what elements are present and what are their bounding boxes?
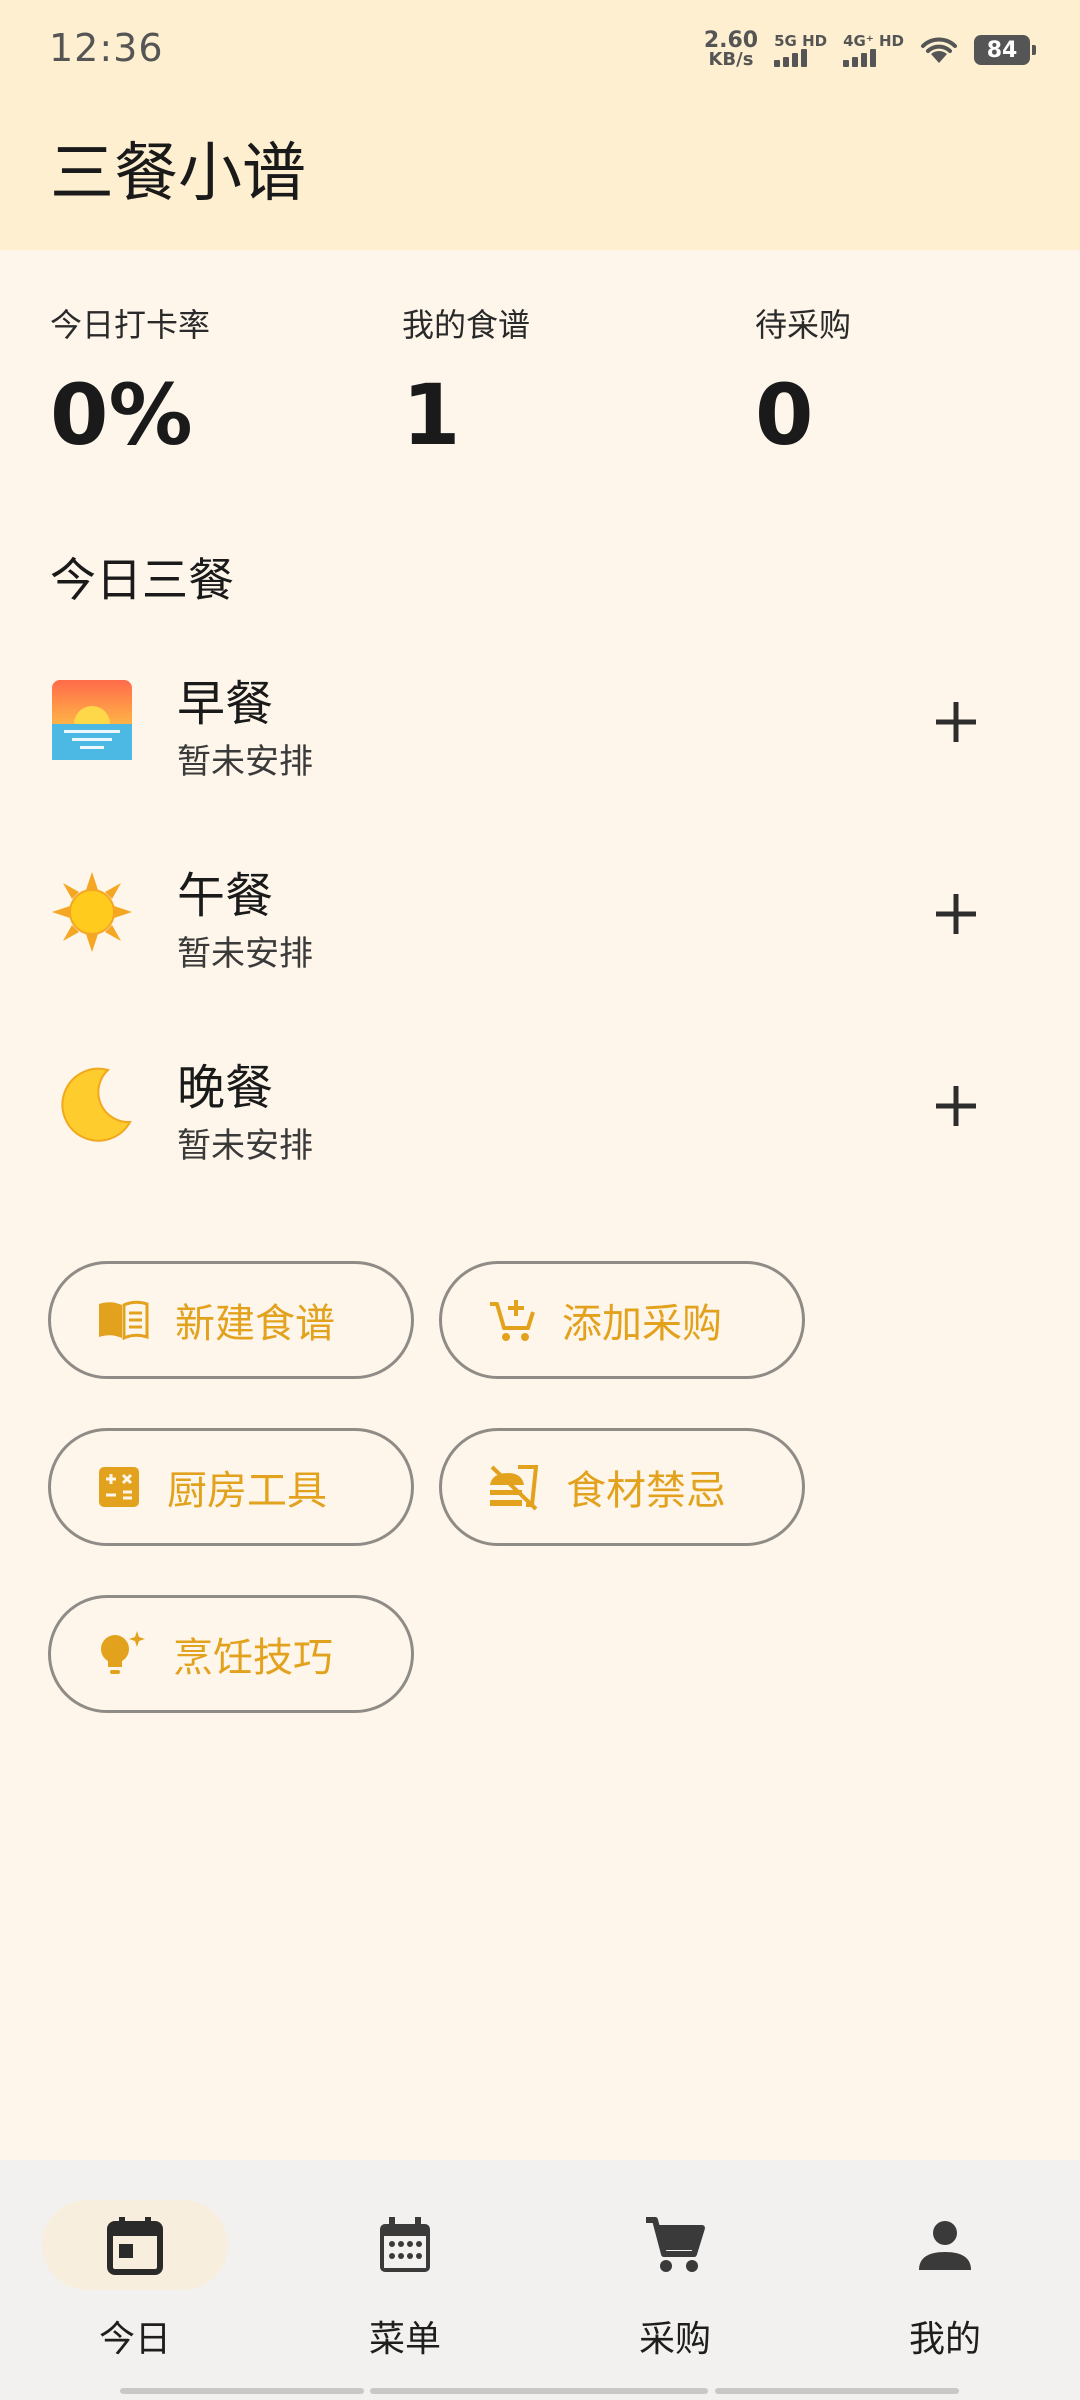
add-shopping-button[interactable]: 添加采购 <box>439 1261 805 1379</box>
stat-label: 今日打卡率 <box>50 306 211 344</box>
moon-icon <box>61 1067 132 1142</box>
chip-label: 烹饪技巧 <box>173 1635 333 1681</box>
bottom-nav: 今日 菜单 采购 我的 <box>0 2160 1080 2400</box>
chip-label: 新建食谱 <box>175 1301 335 1347</box>
nav-item-today[interactable]: 今日 <box>0 2160 270 2400</box>
nav-item-profile[interactable]: 我的 <box>810 2160 1080 2400</box>
meal-status: 暂未安排 <box>177 1126 313 1166</box>
nav-label: 我的 <box>908 2319 981 2360</box>
stat-to-buy[interactable]: 待采购 0 <box>755 300 851 464</box>
stat-value: 0 <box>755 366 814 464</box>
gesture-bar <box>120 2388 364 2394</box>
sun-icon <box>52 872 132 952</box>
today-calendar-icon <box>107 2217 163 2275</box>
signal-bars-icon <box>843 49 877 67</box>
plus-icon <box>936 894 976 934</box>
sim1-tag: 5G HD <box>774 32 828 50</box>
stats-row: 今日打卡率 0% 我的食谱 1 待采购 0 <box>50 300 1050 470</box>
wifi-icon <box>921 37 957 63</box>
sunrise-icon <box>52 680 132 760</box>
network-speed-unit: KB/s <box>708 49 754 70</box>
chip-label: 厨房工具 <box>167 1468 327 1514</box>
signal-sim2: 4G⁺ HD <box>843 33 904 67</box>
sim2-tag: 4G⁺ HD <box>843 32 904 50</box>
meal-status: 暂未安排 <box>177 742 313 782</box>
signal-bars-icon <box>774 49 808 67</box>
new-recipe-button[interactable]: 新建食谱 <box>48 1261 414 1379</box>
person-icon <box>919 2221 971 2270</box>
status-time: 12:36 <box>49 26 164 70</box>
meal-status: 暂未安排 <box>177 934 313 974</box>
add-dinner-button[interactable] <box>926 1076 986 1136</box>
meal-row-breakfast[interactable]: 早餐 暂未安排 <box>50 664 1010 794</box>
stat-my-recipes[interactable]: 我的食谱 1 <box>402 300 530 464</box>
add-cart-icon <box>490 1300 535 1341</box>
add-lunch-button[interactable] <box>926 884 986 944</box>
network-speed-value: 2.60 <box>703 28 759 53</box>
chip-label: 食材禁忌 <box>566 1468 726 1514</box>
signal-sim1: 5G HD <box>774 33 827 67</box>
add-breakfast-button[interactable] <box>926 692 986 752</box>
cart-icon <box>646 2217 705 2272</box>
cooking-tips-button[interactable]: 烹饪技巧 <box>48 1595 414 1713</box>
nav-label: 采购 <box>638 2319 711 2360</box>
stat-value: 1 <box>402 366 461 464</box>
plus-icon <box>936 702 976 742</box>
stat-label: 待采购 <box>755 306 852 344</box>
food-taboo-button[interactable]: 食材禁忌 <box>439 1428 805 1546</box>
calendar-grid-icon <box>380 2217 430 2272</box>
gesture-bar <box>370 2388 708 2394</box>
meal-row-dinner[interactable]: 晚餐 暂未安排 <box>50 1048 1010 1178</box>
meal-name: 午餐 <box>177 868 274 924</box>
kitchen-tools-button[interactable]: 厨房工具 <box>48 1428 414 1546</box>
page-title: 三餐小谱 <box>50 137 306 211</box>
stat-label: 我的食谱 <box>402 306 531 344</box>
chip-label: 添加采购 <box>562 1301 722 1347</box>
recipe-book-icon <box>99 1300 149 1340</box>
meal-row-lunch[interactable]: 午餐 暂未安排 <box>50 856 1010 986</box>
calculator-icon <box>99 1467 139 1507</box>
network-speed: 2.60 KB/s <box>703 28 759 70</box>
status-indicators: 2.60 KB/s 5G HD 4G⁺ HD 84 <box>703 28 1036 72</box>
nav-item-shopping[interactable]: 采购 <box>540 2160 810 2400</box>
nav-label: 今日 <box>98 2319 171 2360</box>
app-header: 12:36 2.60 KB/s 5G HD 4G⁺ HD 84 三餐小谱 <box>0 0 1080 250</box>
nav-item-menu[interactable]: 菜单 <box>270 2160 540 2400</box>
nav-label: 菜单 <box>368 2319 441 2360</box>
meal-name: 晚餐 <box>177 1060 274 1116</box>
stat-checkin-rate[interactable]: 今日打卡率 0% <box>50 300 210 464</box>
gesture-bar <box>715 2388 959 2394</box>
plus-icon <box>936 1086 976 1126</box>
lightbulb-icon <box>101 1631 145 1674</box>
no-food-icon <box>490 1465 539 1511</box>
section-title-today-meals: 今日三餐 <box>50 553 234 607</box>
battery-icon: 84 <box>974 35 1036 65</box>
stat-value: 0% <box>50 366 193 464</box>
meal-name: 早餐 <box>177 676 274 732</box>
